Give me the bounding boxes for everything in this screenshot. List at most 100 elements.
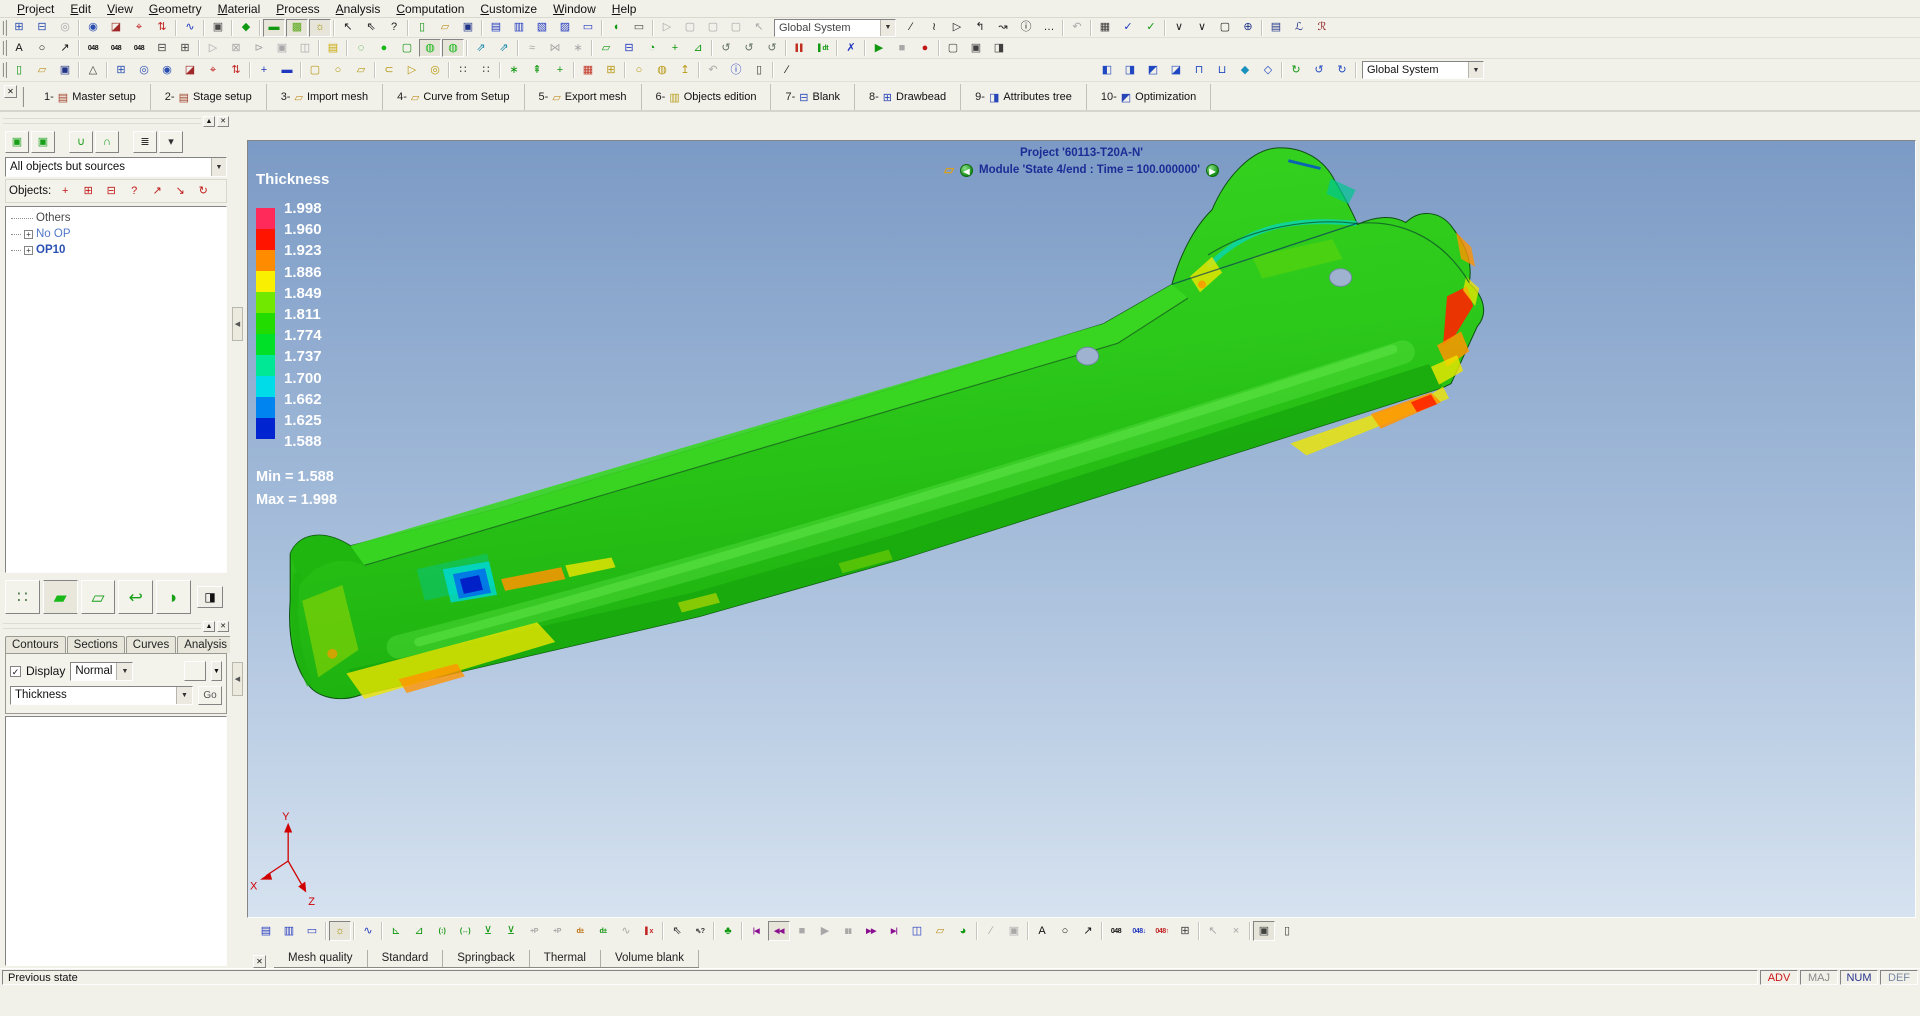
more-tools-button[interactable]: … — [1038, 19, 1060, 37]
rotate-step-button-3[interactable]: ↺ — [761, 39, 783, 57]
edit-nodes-button-2[interactable]: ∷ — [475, 61, 497, 79]
refresh-view-button[interactable]: ↻ — [1285, 61, 1307, 79]
transform-button-2[interactable]: ▢ — [679, 19, 701, 37]
section-normal-button-1[interactable]: ⊻ — [477, 921, 499, 941]
undo-button-2[interactable]: ↶ — [702, 61, 724, 79]
vp-arrow-button[interactable]: ↗ — [1077, 921, 1099, 941]
mesh-tool-button-1[interactable]: ≈ — [521, 39, 543, 57]
mode-points-button[interactable]: ∷ — [5, 580, 40, 614]
open-project-button[interactable]: ▱ — [434, 19, 456, 37]
zoom-out-button-2[interactable]: ◎ — [133, 61, 155, 79]
close-toolbar-icon[interactable]: ✕ — [4, 85, 17, 98]
collapse-left-icon-2[interactable]: ◀ — [232, 662, 243, 696]
draw-ellipse-button[interactable]: ○ — [327, 61, 349, 79]
validate-add-button[interactable]: ✓ — [1140, 19, 1162, 37]
stop-anim-button[interactable]: ■ — [791, 921, 813, 941]
panel-collapse-icon[interactable]: ▲ — [203, 116, 215, 127]
panel-tab[interactable]: Analysis — [177, 636, 234, 653]
open-file-button[interactable]: ▱ — [31, 61, 53, 79]
note-tool-button[interactable]: ▤ — [1265, 19, 1287, 37]
anim-export-button[interactable]: ◕ — [952, 921, 974, 941]
menu-item[interactable]: Computation — [389, 1, 471, 17]
bead-lower-button[interactable]: ∪ — [69, 131, 93, 153]
toolbar-drag-handle[interactable] — [22, 87, 27, 107]
edit-window-button[interactable]: ▨ — [554, 19, 576, 37]
result-tab[interactable]: Mesh quality — [274, 950, 368, 967]
legend-options-icon[interactable]: ▼ — [211, 661, 222, 681]
section-plane-button-2[interactable]: +P — [546, 921, 568, 941]
rotate-step-button-2[interactable]: ↺ — [738, 39, 760, 57]
result-tab[interactable]: Volume blank — [601, 950, 699, 967]
mode-outline-button[interactable]: ▱ — [81, 580, 116, 614]
menu-item[interactable]: Window — [546, 1, 603, 17]
pin-tool-button[interactable]: ↥ — [674, 61, 696, 79]
view-front-button[interactable]: ◧ — [1096, 61, 1118, 79]
quality-bars-button[interactable]: ▌▌ — [789, 39, 811, 57]
ring-button[interactable]: ◎ — [424, 61, 446, 79]
previous-state-button[interactable]: ◀◀ — [768, 921, 790, 941]
line-tool-button[interactable]: ∕ — [900, 19, 922, 37]
mesh-yellow-button[interactable]: ⊞ — [600, 61, 622, 79]
menu-item[interactable]: Geometry — [142, 1, 209, 17]
move-mesh-button[interactable]: ▱ — [595, 39, 617, 57]
panel-tab[interactable]: Sections — [67, 636, 125, 653]
show-objects-button[interactable]: ▣ — [5, 131, 29, 153]
wtab-curve-from-setup[interactable]: 4- ▱ Curve from Setup — [383, 84, 524, 110]
edit-nodes-button-1[interactable]: ∷ — [452, 61, 474, 79]
wtab-import-mesh[interactable]: 3- ▱ Import mesh — [267, 84, 383, 110]
camera-view-button[interactable]: △ — [82, 61, 104, 79]
align-mesh-button[interactable]: + — [664, 39, 686, 57]
batch-button-2[interactable]: ▣ — [965, 39, 987, 57]
chevron-down-icon[interactable]: ▼ — [1468, 62, 1483, 78]
stop-computation-button[interactable]: ■ — [891, 39, 913, 57]
chevron-down-icon[interactable]: ▼ — [880, 20, 895, 36]
rotate-view-button[interactable]: ⇅ — [151, 19, 173, 37]
target-option-button[interactable]: ⊕ — [1237, 19, 1259, 37]
flatten-mesh-button[interactable]: ⊟ — [618, 39, 640, 57]
zoom-in-button-2[interactable]: ◉ — [156, 61, 178, 79]
toolbar-drag-handle[interactable] — [2, 40, 7, 56]
batch-button-3[interactable]: ◨ — [988, 39, 1010, 57]
stamp-tool-button[interactable]: ℛ — [1311, 19, 1333, 37]
show-objects-alt-button[interactable]: ▣ — [31, 131, 55, 153]
select-cursor-button[interactable]: ↖ — [337, 19, 359, 37]
remove-entity-button[interactable]: ▬ — [276, 61, 298, 79]
sphere-tool-button[interactable]: ○ — [628, 61, 650, 79]
vp-ellipse-button[interactable]: ○ — [1054, 921, 1076, 941]
tile-horizontal-button[interactable]: ▤ — [485, 19, 507, 37]
dimension-table-button[interactable]: ⊟ — [151, 39, 173, 57]
dimension-button-3[interactable]: 048 — [128, 39, 150, 57]
section-curve-button[interactable]: ∿ — [615, 921, 637, 941]
curve-tool-button[interactable]: ↝ — [992, 19, 1014, 37]
info-button-2[interactable]: ⓘ — [725, 61, 747, 79]
annotation-box-button[interactable]: ▣ — [271, 39, 293, 57]
point-up-button-1[interactable]: ⇗ — [470, 39, 492, 57]
rotate-step-button-1[interactable]: ↺ — [715, 39, 737, 57]
window-preview-button[interactable]: ▭ — [628, 19, 650, 37]
display-checkbox[interactable]: ✓ — [10, 666, 21, 677]
menu-item[interactable]: Help — [605, 1, 644, 17]
panel-close-icon[interactable]: ✕ — [217, 116, 229, 127]
section-horizontal-button[interactable]: (↔) — [454, 921, 476, 941]
collapse-left-icon[interactable]: ◀ — [232, 307, 243, 341]
arrow-annotation-button[interactable]: ↗ — [54, 39, 76, 57]
create-prism-button[interactable]: ▢ — [396, 39, 418, 57]
point-up-button-2[interactable]: ⇗ — [493, 39, 515, 57]
object-add-button[interactable]: ⊞ — [79, 182, 97, 200]
panel-collapse-icon[interactable]: ▲ — [203, 621, 215, 632]
wtab-blank[interactable]: 7- ⊟ Blank — [771, 84, 855, 110]
result-tab[interactable]: Standard — [368, 950, 444, 967]
menu-item[interactable]: Project — [10, 1, 61, 17]
view-back-button[interactable]: ◨ — [1119, 61, 1141, 79]
layers-button[interactable]: ▤ — [322, 39, 344, 57]
vp-light-button[interactable]: ☼ — [329, 921, 351, 941]
panel-splitter[interactable]: ◀ ◀ — [230, 112, 247, 968]
validate-check-button[interactable]: ✓ — [1117, 19, 1139, 37]
section-dt-button-1[interactable]: d± — [569, 921, 591, 941]
mode-springback-button[interactable]: ↩ — [118, 580, 153, 614]
check-option-button-2[interactable]: ∨ — [1191, 19, 1213, 37]
new-file-button[interactable]: ▯ — [8, 61, 30, 79]
chevron-down-icon[interactable]: ▼ — [211, 158, 226, 176]
menu-item[interactable]: Edit — [63, 1, 98, 17]
view-top-button[interactable]: ⊓ — [1188, 61, 1210, 79]
